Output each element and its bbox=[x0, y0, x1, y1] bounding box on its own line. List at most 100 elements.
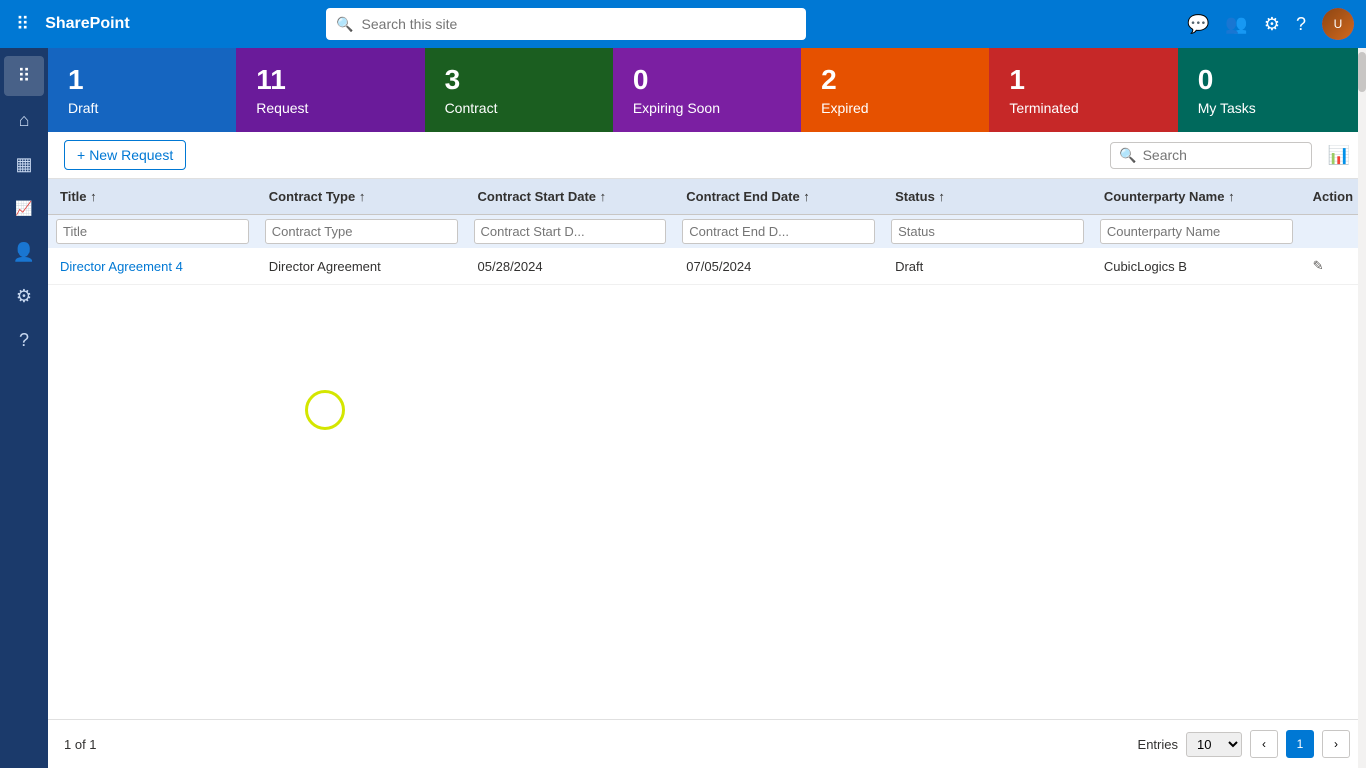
table-row: Director Agreement 4 Director Agreement … bbox=[48, 248, 1366, 285]
filter-counterparty-input[interactable] bbox=[1100, 219, 1293, 244]
status-card-tasks[interactable]: 0 My Tasks bbox=[1178, 48, 1366, 132]
pagination-summary: 1 of 1 bbox=[64, 737, 97, 752]
next-icon: › bbox=[1334, 737, 1338, 751]
help-nav-icon: ? bbox=[19, 330, 29, 351]
waffle-icon[interactable]: ⠿ bbox=[12, 10, 33, 39]
settings-icon[interactable]: ⚙ bbox=[1264, 14, 1280, 35]
filter-end-date[interactable] bbox=[674, 215, 883, 249]
status-card-contract[interactable]: 3 Contract bbox=[425, 48, 613, 132]
terminated-count: 1 bbox=[1009, 64, 1157, 96]
sidebar-item-people[interactable]: 👤 bbox=[4, 232, 44, 272]
filter-contract-type-input[interactable] bbox=[265, 219, 458, 244]
top-nav-icons: 💬 👥 ⚙ ? U bbox=[1187, 8, 1354, 40]
pagination: 1 of 1 Entries 10 25 50 100 ‹ 1 › bbox=[48, 719, 1366, 768]
row-contract-type: Director Agreement bbox=[257, 248, 466, 285]
table-header-row: Title ↑ Contract Type ↑ Contract Start D… bbox=[48, 179, 1366, 215]
filter-end-date-input[interactable] bbox=[682, 219, 875, 244]
status-card-expiring[interactable]: 0 Expiring Soon bbox=[613, 48, 801, 132]
draft-count: 1 bbox=[68, 64, 216, 96]
sidebar-item-help[interactable]: ? bbox=[4, 320, 44, 360]
waffle-menu-icon: ⠿ bbox=[17, 66, 30, 87]
col-contract-type-label: Contract Type ↑ bbox=[269, 189, 366, 204]
row-status: Draft bbox=[883, 248, 1092, 285]
row-title: Director Agreement 4 bbox=[48, 248, 257, 285]
col-contract-type[interactable]: Contract Type ↑ bbox=[257, 179, 466, 215]
draft-label: Draft bbox=[68, 100, 216, 116]
tasks-label: My Tasks bbox=[1198, 100, 1346, 116]
contract-label: Contract bbox=[445, 100, 593, 116]
global-search-input[interactable] bbox=[362, 16, 797, 32]
settings-nav-icon: ⚙ bbox=[16, 286, 32, 307]
filter-title-input[interactable] bbox=[56, 219, 249, 244]
filter-title[interactable] bbox=[48, 215, 257, 249]
entries-control: Entries 10 25 50 100 ‹ 1 › bbox=[1138, 730, 1350, 758]
toolbar-search-icon: 🔍 bbox=[1119, 147, 1136, 164]
filter-counterparty[interactable] bbox=[1092, 215, 1301, 249]
table-filter-row bbox=[48, 215, 1366, 249]
home-icon: ⌂ bbox=[19, 110, 30, 131]
status-card-draft[interactable]: 1 Draft bbox=[48, 48, 236, 132]
sidebar-item-analytics[interactable]: 📈 bbox=[4, 188, 44, 228]
help-icon[interactable]: ? bbox=[1296, 14, 1306, 35]
people-icon[interactable]: 👥 bbox=[1225, 14, 1247, 35]
next-page-button[interactable]: › bbox=[1322, 730, 1350, 758]
status-card-expired[interactable]: 2 Expired bbox=[801, 48, 989, 132]
plus-icon: + bbox=[77, 147, 85, 163]
avatar[interactable]: U bbox=[1322, 8, 1354, 40]
global-search-box[interactable]: 🔍 bbox=[326, 8, 806, 40]
filter-start-date[interactable] bbox=[466, 215, 675, 249]
col-status[interactable]: Status ↑ bbox=[883, 179, 1092, 215]
request-count: 11 bbox=[256, 64, 404, 96]
contracts-table: Title ↑ Contract Type ↑ Contract Start D… bbox=[48, 179, 1366, 285]
edit-icon[interactable]: ✎ bbox=[1313, 258, 1324, 273]
excel-export-icon[interactable]: 📊 bbox=[1328, 145, 1350, 166]
col-status-label: Status ↑ bbox=[895, 189, 945, 204]
search-icon: 🔍 bbox=[336, 16, 353, 33]
title-link[interactable]: Director Agreement 4 bbox=[60, 259, 183, 274]
status-card-terminated[interactable]: 1 Terminated bbox=[989, 48, 1177, 132]
terminated-label: Terminated bbox=[1009, 100, 1157, 116]
row-action[interactable]: ✎ bbox=[1301, 248, 1366, 285]
status-cards: 1 Draft 11 Request 3 Contract 0 Expiring… bbox=[48, 48, 1366, 132]
expiring-count: 0 bbox=[633, 64, 781, 96]
reports-icon: ▦ bbox=[15, 154, 32, 175]
scrollbar-thumb[interactable] bbox=[1358, 52, 1366, 92]
main-layout: ⠿ ⌂ ▦ 📈 👤 ⚙ ? 1 Draft 11 bbox=[0, 48, 1366, 768]
main-content: 1 Draft 11 Request 3 Contract 0 Expiring… bbox=[48, 48, 1366, 768]
prev-page-button[interactable]: ‹ bbox=[1250, 730, 1278, 758]
chat-icon[interactable]: 💬 bbox=[1187, 14, 1209, 35]
filter-contract-type[interactable] bbox=[257, 215, 466, 249]
sidebar-item-reports[interactable]: ▦ bbox=[4, 144, 44, 184]
toolbar: + New Request 🔍 📊 bbox=[48, 132, 1366, 179]
row-start-date: 05/28/2024 bbox=[466, 248, 675, 285]
sidebar-item-home[interactable]: ⌂ bbox=[4, 100, 44, 140]
app-logo: SharePoint bbox=[45, 15, 129, 33]
col-title[interactable]: Title ↑ bbox=[48, 179, 257, 215]
expired-label: Expired bbox=[821, 100, 969, 116]
current-page-button[interactable]: 1 bbox=[1286, 730, 1314, 758]
sidebar-item-waffle[interactable]: ⠿ bbox=[4, 56, 44, 96]
new-request-button[interactable]: + New Request bbox=[64, 140, 186, 170]
col-action: Action bbox=[1301, 179, 1366, 215]
request-label: Request bbox=[256, 100, 404, 116]
entries-per-page-select[interactable]: 10 25 50 100 bbox=[1186, 732, 1242, 757]
toolbar-search-input[interactable] bbox=[1143, 147, 1303, 163]
filter-status[interactable] bbox=[883, 215, 1092, 249]
toolbar-search-box[interactable]: 🔍 bbox=[1110, 142, 1311, 169]
col-contract-end-date[interactable]: Contract End Date ↑ bbox=[674, 179, 883, 215]
right-scrollbar[interactable] bbox=[1358, 48, 1366, 768]
analytics-icon: 📈 bbox=[15, 200, 32, 217]
col-counterparty-label: Counterparty Name ↑ bbox=[1104, 189, 1235, 204]
col-title-label: Title ↑ bbox=[60, 189, 97, 204]
filter-status-input[interactable] bbox=[891, 219, 1084, 244]
filter-start-date-input[interactable] bbox=[474, 219, 667, 244]
row-counterparty: CubicLogics B bbox=[1092, 248, 1301, 285]
status-card-request[interactable]: 11 Request bbox=[236, 48, 424, 132]
sidebar-item-settings[interactable]: ⚙ bbox=[4, 276, 44, 316]
row-end-date: 07/05/2024 bbox=[674, 248, 883, 285]
col-counterparty-name[interactable]: Counterparty Name ↑ bbox=[1092, 179, 1301, 215]
table-container: Title ↑ Contract Type ↑ Contract Start D… bbox=[48, 179, 1366, 719]
filter-action-empty bbox=[1301, 215, 1366, 249]
contract-count: 3 bbox=[445, 64, 593, 96]
col-contract-start-date[interactable]: Contract Start Date ↑ bbox=[466, 179, 675, 215]
